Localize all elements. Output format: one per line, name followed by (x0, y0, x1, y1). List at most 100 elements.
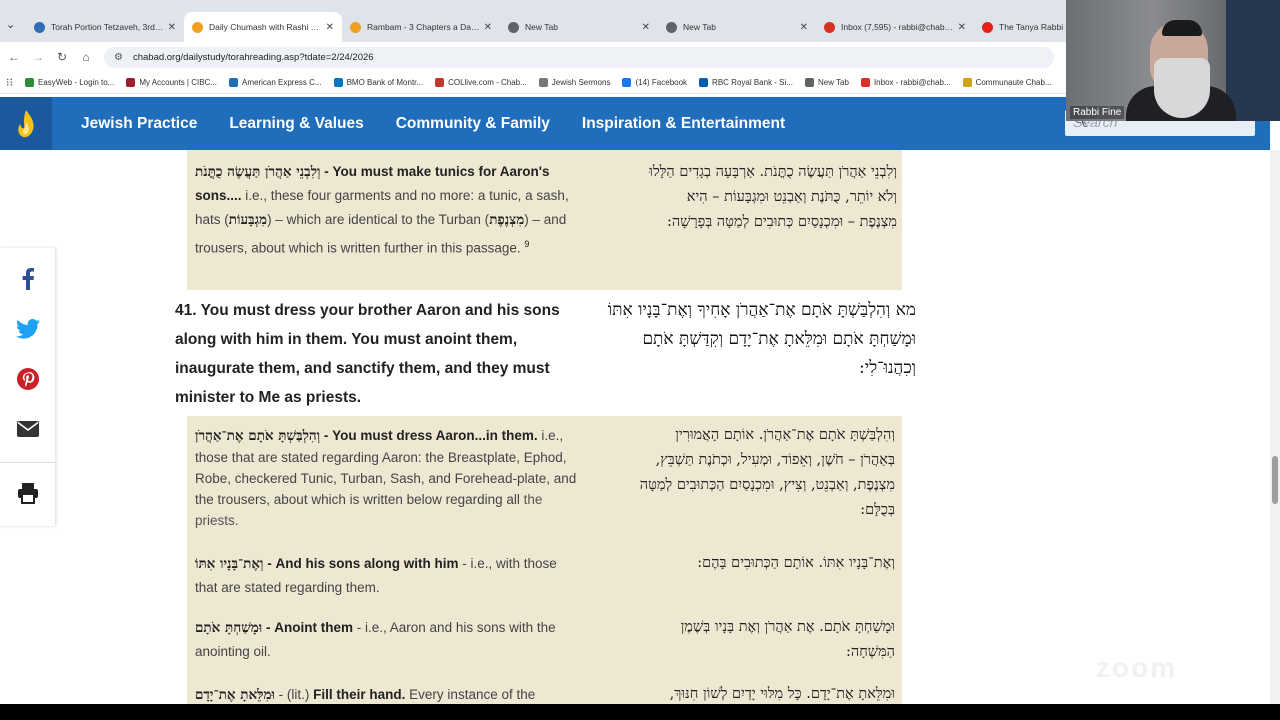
nav-link[interactable]: Community & Family (396, 115, 550, 133)
rashi-heading-hebrew: וְאֶת־בָּנָיו אִתּוֹ (195, 556, 264, 572)
rashi-commentary-block: וְלִבְנֵי אַהֲרֹן תַּעֲשֶׂה כֻתֳּנֹת - Y… (187, 150, 902, 290)
tab-close-icon[interactable]: ✕ (958, 22, 966, 33)
main-menu: Jewish Practice Learning & Values Communit… (81, 97, 817, 150)
bookmark-label: Inbox - rabbi@chab... (873, 78, 951, 87)
verse-41-english: 41. You must dress your brother Aaron an… (175, 302, 560, 406)
rashi-text: Every instance of the (405, 687, 536, 702)
tab-search-chevron-icon[interactable]: ⌄ (6, 18, 15, 31)
rashi-heading-hebrew: וּמִלֵּאתָ אֶת־יָדָם (195, 687, 275, 703)
tab-close-icon[interactable]: ✕ (168, 22, 176, 33)
tab-title: Daily Chumash with Rashi - Cha (209, 22, 322, 32)
bookmark-item[interactable]: New Tab (804, 78, 849, 87)
browser-tab[interactable]: Torah Portion Tetzaveh, 3rd Por ✕ (26, 12, 184, 42)
screen-bottom-edge (0, 704, 1280, 720)
rashi-hebrew-term: מִגְבָּעוֹת (228, 212, 268, 228)
tab-favicon-icon (34, 21, 45, 33)
bookmark-item[interactable]: BMO Bank of Montr... (333, 78, 424, 87)
tab-close-icon[interactable]: ✕ (800, 22, 808, 33)
browser-tab[interactable]: Daily Chumash with Rashi - Cha ✕ (184, 12, 342, 42)
tab-title: New Tab (683, 22, 716, 32)
rashi-heading-english: - You must dress Aaron...in them. (320, 428, 538, 443)
rashi-english-dress: וְהִלְבַּשְׁתָּ אֹתָם אֶת־אַהֲרֹן - You … (195, 425, 580, 531)
nav-link[interactable]: Learning & Values (229, 115, 363, 133)
browser-tab[interactable]: Rambam - 3 Chapters a Day - 1 ✕ (342, 12, 500, 42)
back-arrow-icon[interactable]: ← (2, 50, 26, 64)
bookmark-favicon-icon (126, 78, 136, 87)
tab-favicon-icon (508, 21, 519, 33)
rashi-heading-english: - Anoint them (262, 620, 354, 635)
bookmark-favicon-icon (860, 78, 870, 87)
pinterest-icon[interactable] (0, 354, 55, 404)
zoom-watermark: zoom (1096, 652, 1178, 683)
bookmark-label: COLlive.com - Chab... (448, 78, 527, 87)
rashi-english-anoint: וּמָשַׁחְתָּ אֹתָם - Anoint them - i.e.,… (195, 616, 580, 663)
rashi-text: - (lit.) (274, 687, 314, 702)
webcam-video-overlay: Rabbi Fine (1066, 0, 1280, 121)
forward-arrow-icon[interactable]: → (26, 50, 50, 64)
reload-icon[interactable]: ↻ (50, 50, 74, 64)
bookmark-item[interactable]: COLlive.com - Chab... (435, 78, 527, 87)
tab-close-icon[interactable]: ✕ (642, 22, 650, 33)
browser-tab[interactable]: New Tab ✕ (658, 12, 816, 42)
nav-link[interactable]: Inspiration & Entertainment (582, 115, 785, 133)
twitter-icon[interactable] (0, 304, 55, 354)
email-icon[interactable] (0, 404, 55, 454)
tab-close-icon[interactable]: ✕ (326, 22, 334, 33)
flame-icon (18, 109, 34, 137)
share-divider (0, 462, 55, 463)
tab-favicon-icon (350, 21, 361, 33)
bookmark-item[interactable]: Inbox - rabbi@chab... (860, 78, 951, 87)
rashi-text: ) – which are identical to the Turban ( (267, 212, 490, 227)
tab-close-icon[interactable]: ✕ (484, 22, 492, 33)
participant-name: Rabbi Fine (1070, 106, 1125, 119)
tab-title: Inbox (7,595) - rabbi@chabad. (841, 22, 954, 32)
bookmark-label: BMO Bank of Montr... (346, 78, 424, 87)
rashi-heading-english: Fill their hand. (313, 687, 406, 702)
rashi-heading-hebrew: וּמָשַׁחְתָּ אֹתָם (195, 620, 263, 636)
tab-list: Torah Portion Tetzaveh, 3rd Por ✕ Daily Ch… (26, 12, 1132, 42)
bookmark-item[interactable]: My Accounts | CIBC... (126, 78, 217, 87)
scrollbar-thumb[interactable] (1272, 456, 1278, 504)
rashi-hebrew-anoint: וּמָשַׁחְתָּ אֹתָם. אֶת אַהֲרֹן וְאֶת בָ… (680, 619, 895, 660)
bookmark-favicon-icon (229, 78, 238, 87)
webcam-bookshelf (1226, 0, 1280, 121)
url-text: chabad.org/dailystudy/torahreading.asp?t… (132, 52, 374, 63)
bookmark-item[interactable]: American Express C... (229, 78, 322, 87)
tab-favicon-icon (192, 21, 203, 33)
tab-favicon-icon (824, 21, 835, 33)
bookmark-item[interactable]: RBC Royal Bank - Si... (699, 78, 793, 87)
nav-link[interactable]: Jewish Practice (81, 115, 197, 133)
bookmark-favicon-icon (962, 78, 972, 87)
browser-tab[interactable]: Inbox (7,595) - rabbi@chabad. ✕ (816, 12, 974, 42)
bookmark-label: My Accounts | CIBC... (139, 78, 217, 87)
apps-grid-icon[interactable]: ⁝⁝ (6, 76, 13, 89)
bookmark-label: (14) Facebook (635, 78, 688, 87)
chabad-flame-logo[interactable] (0, 97, 52, 150)
browser-tab[interactable]: New Tab ✕ (500, 12, 658, 42)
tab-strip: ⌄ Torah Portion Tetzaveh, 3rd Por ✕ Daily … (0, 0, 1076, 42)
bookmark-item[interactable]: Jewish Sermons (538, 78, 610, 87)
tab-title: Rambam - 3 Chapters a Day - 1 (367, 22, 480, 32)
print-icon[interactable] (0, 468, 55, 518)
rashi-hebrew-dress: וְהִלְבַּשְׁתָּ אֹתָם אֶת־אַהֲרֹן. אוֹתָ… (639, 427, 895, 518)
bookmark-item[interactable]: EasyWeb - Login to... (25, 78, 114, 87)
webcam-person-beard (1154, 58, 1210, 118)
page-scrollbar[interactable] (1270, 150, 1280, 704)
tab-favicon-icon (666, 21, 677, 33)
facebook-icon[interactable] (0, 254, 55, 304)
url-field[interactable]: ⚙ chabad.org/dailystudy/torahreading.asp… (104, 47, 1054, 68)
home-icon[interactable]: ⌂ (74, 50, 98, 64)
rashi-hebrew-sons: וְאֶת־בָּנָיו אִתּוֹ. אוֹתָם הַכְּתוּבִי… (697, 555, 895, 571)
rashi-heading-hebrew: וְלִבְנֵי אַהֲרֹן תַּעֲשֶׂה כֻתֳּנֹת (195, 164, 321, 180)
rashi-commentary-block: וְהִלְבַּשְׁתָּ אֹתָם אֶת־אַהֲרֹן - You … (187, 416, 902, 716)
bookmark-label: Communaute Chab... (975, 78, 1052, 87)
bookmark-item[interactable]: (14) Facebook (622, 78, 687, 87)
bookmark-item[interactable]: Communaute Chab... (962, 78, 1052, 87)
tab-title: New Tab (525, 22, 558, 32)
bookmark-label: EasyWeb - Login to... (38, 78, 115, 87)
verse-41-hebrew: מא וְהִלְבַּשְׁתָּ אֹתָם אֶת־אַהֲרֹן אָח… (607, 300, 916, 378)
share-sidebar (0, 248, 55, 526)
footnote-link[interactable]: 9 (524, 239, 529, 249)
rashi-heading-hebrew: וְהִלְבַּשְׁתָּ אֹתָם אֶת־אַהֲרֹן (195, 428, 321, 444)
site-info-icon[interactable]: ⚙ (114, 52, 123, 63)
